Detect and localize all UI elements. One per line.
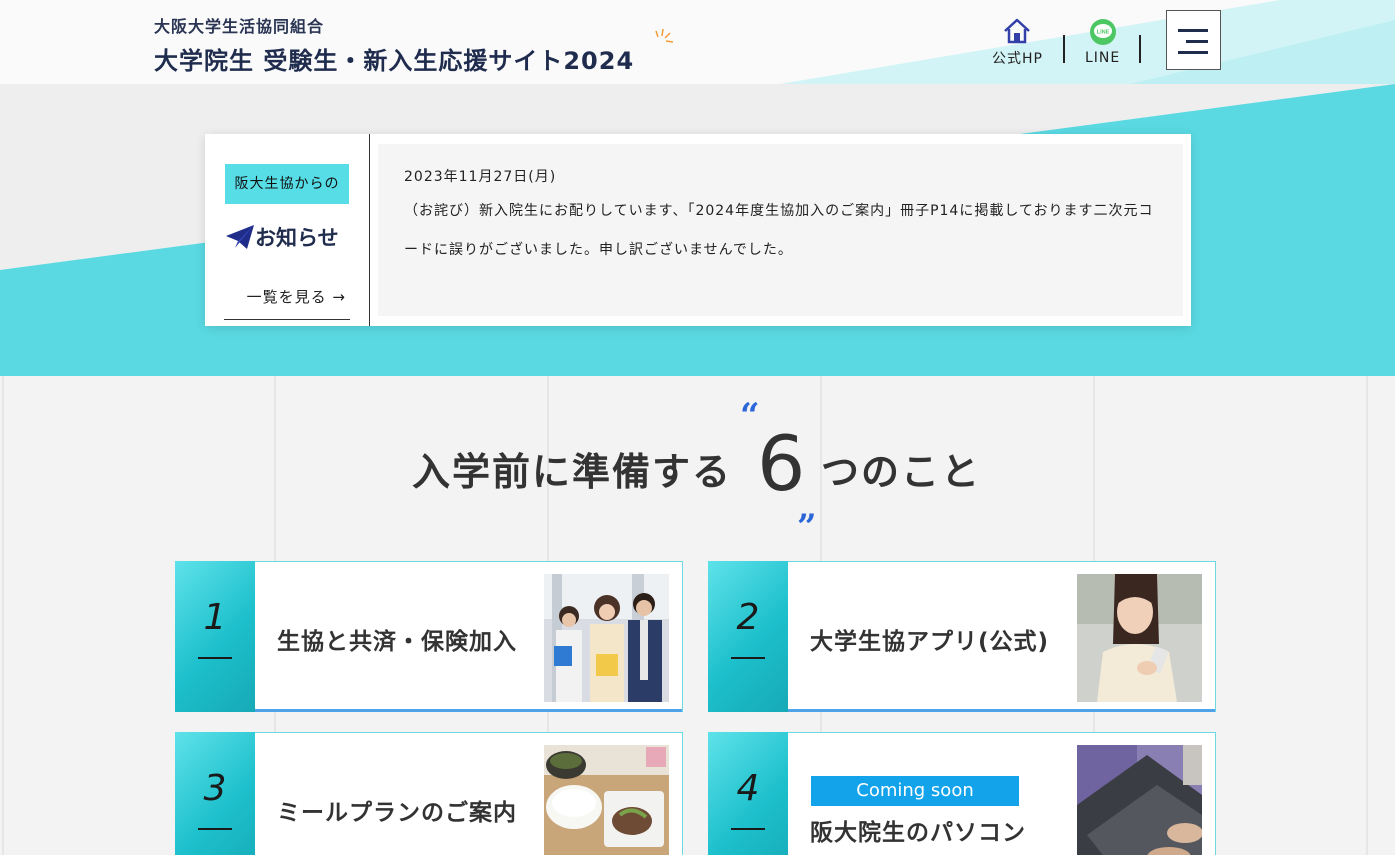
card-coop-app[interactable]: 2 大学生協アプリ(公式)	[708, 561, 1216, 712]
menu-icon-line	[1186, 40, 1208, 43]
hamburger-menu-button[interactable]	[1166, 10, 1221, 70]
sparkle-icon	[655, 29, 674, 43]
news-date: 2023年11月27日(月)	[404, 169, 557, 185]
card-number-block: 3	[175, 732, 255, 855]
grid-line	[2, 376, 4, 855]
section-title-number: 6	[757, 419, 806, 508]
card-label: ミールプランのご案内	[277, 800, 517, 826]
menu-icon-line	[1178, 51, 1208, 54]
card-number-underline	[198, 828, 232, 830]
grid-line	[1366, 376, 1368, 855]
news-panel: 阪大生協からの お知らせ 一覧を見る → 2023年11月27日(月) （お詫び…	[205, 134, 1191, 326]
line-link[interactable]: LINE LINE	[1085, 18, 1120, 66]
org-name: 大阪大学生活協同組合	[154, 17, 325, 36]
smartphone-user-photo	[1077, 574, 1202, 702]
open-quote-mark: “	[740, 396, 760, 436]
line-icon-text: LINE	[1096, 30, 1109, 36]
line-label: LINE	[1085, 50, 1121, 66]
card-membership-insurance[interactable]: 1 生協と共済・保険加入	[175, 561, 683, 712]
card-number: 3	[203, 768, 227, 809]
card-label: 阪大院生のパソコン	[810, 820, 1026, 846]
students-photo	[544, 574, 669, 702]
card-label: 大学生協アプリ(公式)	[810, 629, 1050, 655]
card-number-block: 4	[708, 732, 788, 855]
site-logo[interactable]: 大阪大学生活協同組合 大学院生 受験生・新入生応援サイト2024	[154, 13, 634, 76]
site-header: 大阪大学生活協同組合 大学院生 受験生・新入生応援サイト2024 公式HP LI…	[0, 0, 1395, 84]
card-number: 1	[203, 597, 227, 638]
card-number-block: 1	[175, 561, 255, 712]
card-number-block: 2	[708, 561, 788, 712]
news-tag: 阪大生協からの	[225, 164, 349, 204]
section-title: 入学前に準備する	[412, 450, 733, 494]
section-title-end: つのこと	[821, 450, 982, 494]
card-label: 生協と共済・保険加入	[277, 629, 517, 655]
nav-divider	[1063, 35, 1065, 63]
official-hp-link[interactable]: 公式HP	[992, 18, 1043, 68]
close-quote-mark: ”	[797, 507, 817, 547]
coming-soon-badge: Coming soon	[811, 776, 1019, 806]
official-hp-label: 公式HP	[992, 51, 1043, 67]
card-number-underline	[731, 828, 765, 830]
laptop-photo	[1077, 745, 1202, 855]
card-pc[interactable]: 4 Coming soon 阪大院生のパソコン	[708, 732, 1216, 855]
news-heading: お知らせ	[225, 222, 339, 252]
home-icon	[1004, 18, 1031, 44]
paper-plane-icon	[226, 225, 254, 249]
card-meal-plan[interactable]: 3 ミールプランのご案内	[175, 732, 683, 855]
site-title: 大学院生 受験生・新入生応援サイト2024	[154, 47, 635, 75]
card-number-underline	[198, 657, 232, 659]
news-item[interactable]: 2023年11月27日(月) （お詫び）新入院生にお配りしています、「2024年…	[378, 144, 1183, 316]
line-icon: LINE	[1089, 19, 1116, 45]
card-number: 2	[736, 597, 760, 638]
card-number: 4	[736, 768, 760, 809]
news-title: お知らせ	[255, 226, 339, 250]
nav-divider	[1139, 35, 1141, 63]
news-more-link[interactable]: 一覧を見る →	[224, 284, 350, 320]
card-number-underline	[731, 657, 765, 659]
menu-icon-line	[1178, 29, 1208, 32]
news-header: 阪大生協からの お知らせ 一覧を見る →	[205, 134, 370, 326]
news-text: （お詫び）新入院生にお配りしています、「2024年度生協加入のご案内」冊子P14…	[404, 203, 1154, 258]
meal-photo	[544, 745, 669, 855]
